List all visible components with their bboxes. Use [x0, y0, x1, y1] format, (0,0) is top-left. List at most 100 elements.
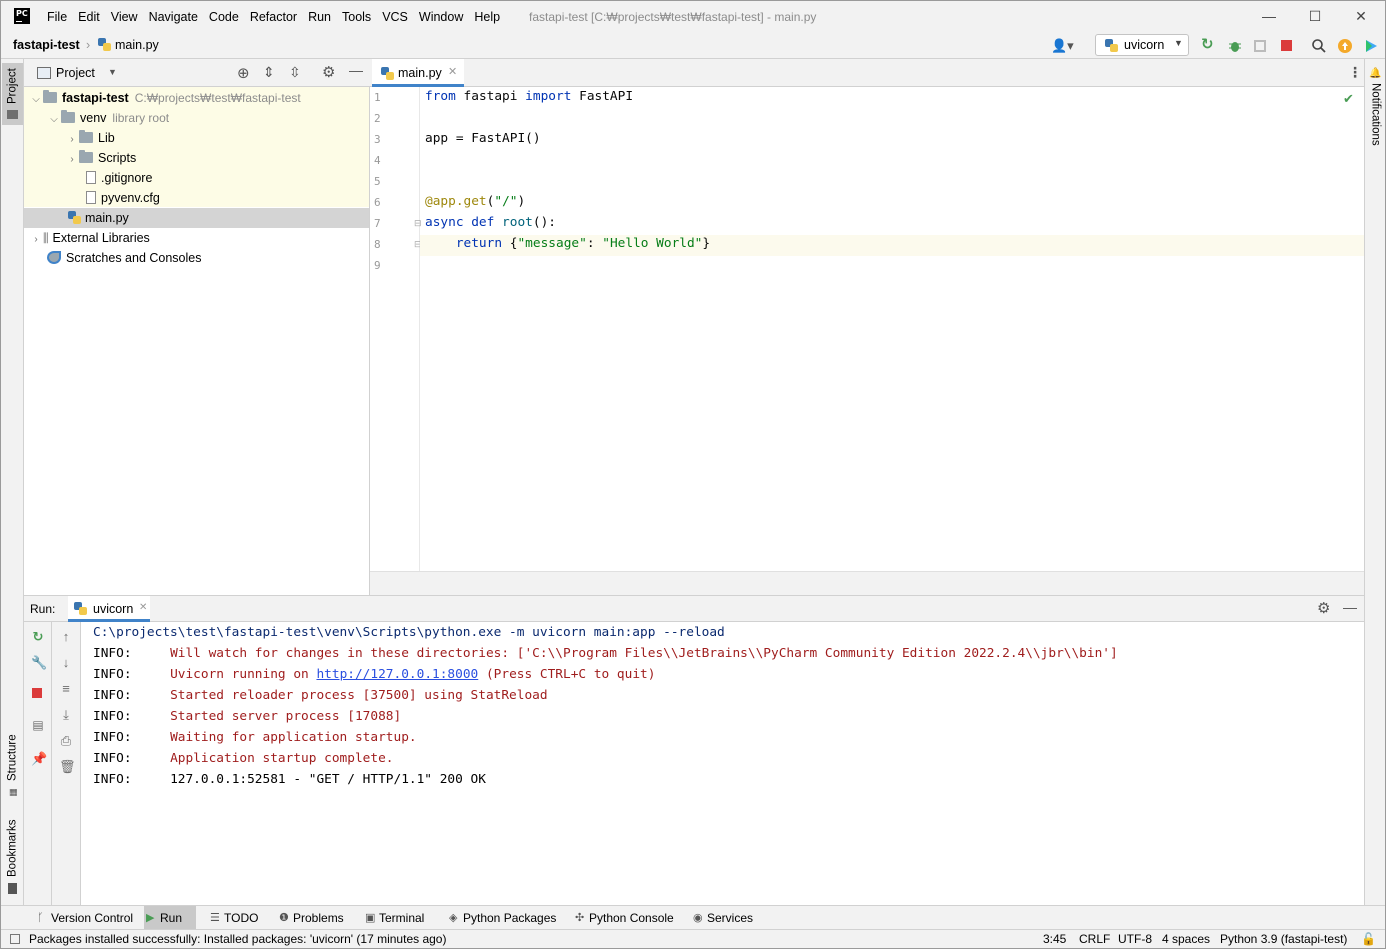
pycharm-logo-icon: PC: [14, 8, 30, 24]
rerun-icon[interactable]: ↻: [31, 630, 45, 644]
chevron-down-icon[interactable]: ⌵: [47, 110, 61, 130]
menu-navigate[interactable]: Navigate: [149, 10, 198, 24]
chevron-right-icon[interactable]: ›: [65, 150, 79, 170]
code-with-me-icon[interactable]: [1363, 38, 1379, 54]
gear-icon[interactable]: ⚙: [1317, 599, 1330, 617]
maximize-button[interactable]: ☐: [1300, 6, 1330, 26]
menu-tools[interactable]: Tools: [342, 10, 371, 24]
menu-code[interactable]: Code: [209, 10, 239, 24]
tool-tab-terminal[interactable]: ▣ Terminal: [363, 906, 424, 930]
debug-icon[interactable]: [1227, 38, 1243, 54]
tree-item-external-libraries[interactable]: › ⫼ External Libraries: [24, 228, 369, 248]
run-configuration-dropdown[interactable]: uvicorn ▼: [1095, 34, 1189, 56]
menu-help[interactable]: Help: [474, 10, 500, 24]
list-icon: ☰: [210, 912, 220, 924]
tool-tab-problems[interactable]: ❶ Problems: [277, 906, 344, 930]
line-separator[interactable]: CRLF: [1079, 930, 1110, 948]
tool-window-structure[interactable]: ▦ Structure: [2, 731, 23, 801]
tool-window-project[interactable]: Project: [2, 63, 23, 125]
line-number: 6: [374, 196, 381, 209]
menu-file[interactable]: File: [47, 10, 67, 24]
tool-tab-python-packages[interactable]: ◈ Python Packages: [447, 906, 556, 930]
stop-icon[interactable]: [1279, 38, 1295, 54]
menu-view[interactable]: View: [111, 10, 138, 24]
print-icon[interactable]: ⎙: [59, 734, 73, 748]
more-options-icon[interactable]: ⋮: [1348, 64, 1362, 81]
close-tab-icon[interactable]: ✕: [139, 602, 147, 613]
toggle-tool-windows-icon[interactable]: [10, 934, 20, 944]
tool-tab-version-control[interactable]: ᚴ Version Control: [35, 906, 133, 930]
stop-icon[interactable]: [32, 688, 42, 698]
tree-item-gitignore[interactable]: .gitignore: [24, 168, 369, 188]
close-button[interactable]: ✕: [1346, 6, 1376, 26]
menu-edit[interactable]: Edit: [78, 10, 100, 24]
tree-item-pyvenv-cfg[interactable]: pyvenv.cfg: [24, 188, 369, 208]
fold-icon[interactable]: ⊟: [414, 218, 422, 229]
tool-tab-todo[interactable]: ☰ TODO: [208, 906, 258, 930]
tool-window-notifications[interactable]: 🔔 Notifications: [1367, 67, 1384, 146]
tool-tab-python-console[interactable]: ✣ Python Console: [573, 906, 674, 930]
minimize-button[interactable]: —: [1254, 6, 1284, 26]
hide-panel-icon[interactable]: —: [1343, 599, 1357, 615]
expand-all-icon[interactable]: ⇕: [263, 64, 275, 81]
tool-window-bookmarks[interactable]: Bookmarks: [2, 815, 23, 899]
profile-icon[interactable]: [1253, 38, 1269, 54]
tool-tab-run[interactable]: ▶ Run: [144, 906, 196, 930]
tree-item-scripts[interactable]: › Scripts: [24, 148, 369, 168]
file-encoding[interactable]: UTF-8: [1118, 930, 1152, 948]
chevron-right-icon[interactable]: ›: [65, 130, 79, 150]
lock-icon[interactable]: 🔓: [1361, 930, 1376, 948]
chevron-right-icon[interactable]: ›: [29, 230, 43, 250]
collapse-all-icon[interactable]: ⇳: [289, 64, 301, 81]
navigation-bar: fastapi-test › main.py 👤▾ uvicorn ▼ ↻: [1, 32, 1385, 59]
project-view-selector[interactable]: Project: [56, 66, 95, 80]
tool-window-project-label: Project: [6, 68, 19, 105]
rerun-icon[interactable]: ↻: [1201, 35, 1217, 53]
tab-main-py[interactable]: main.py ✕: [372, 59, 464, 87]
wrench-icon[interactable]: 🔧: [31, 656, 47, 670]
close-tab-icon[interactable]: ✕: [448, 65, 457, 78]
code-line-3: app = FastAPI(): [425, 131, 541, 146]
caret-position[interactable]: 3:45: [1043, 930, 1066, 948]
scroll-to-end-icon[interactable]: ⤓: [59, 708, 73, 722]
search-icon[interactable]: [1311, 38, 1327, 54]
locate-icon[interactable]: ⊕: [237, 64, 250, 82]
trash-icon[interactable]: 🗑: [59, 760, 76, 774]
python-interpreter[interactable]: Python 3.9 (fastapi-test): [1220, 930, 1347, 948]
menu-window[interactable]: Window: [419, 10, 463, 24]
console-line: INFO: Started server process [17088]: [93, 709, 402, 724]
menu-run[interactable]: Run: [308, 10, 331, 24]
pin-icon[interactable]: 📌: [31, 752, 47, 766]
tree-item-lib[interactable]: › Lib: [24, 128, 369, 148]
account-icon[interactable]: 👤▾: [1051, 38, 1077, 54]
run-tab-uvicorn[interactable]: uvicorn ✕: [68, 596, 150, 622]
arrow-down-icon[interactable]: ↓: [59, 656, 73, 670]
menu-refactor[interactable]: Refactor: [250, 10, 297, 24]
file-icon: [86, 171, 96, 184]
tree-item-label: main.py: [85, 211, 129, 225]
arrow-up-icon[interactable]: ↑: [59, 630, 73, 644]
layout-icon[interactable]: ▤: [31, 718, 45, 732]
tree-item-fastapi-test[interactable]: ⌵ fastapi-test C:₩projects₩test₩fastapi-te…: [24, 88, 369, 108]
breadcrumb-project[interactable]: fastapi-test: [13, 38, 80, 52]
tree-item-main-py[interactable]: main.py: [24, 208, 369, 228]
chevron-down-icon[interactable]: ⌵: [29, 90, 43, 110]
menu-vcs[interactable]: VCS: [382, 10, 408, 24]
inspection-ok-icon[interactable]: ✔: [1343, 91, 1354, 107]
update-icon[interactable]: [1337, 38, 1353, 54]
line-number: 9: [374, 259, 381, 272]
tree-item-scratches[interactable]: Scratches and Consoles: [24, 248, 369, 268]
breadcrumb-file[interactable]: main.py: [98, 38, 159, 52]
server-link[interactable]: http://127.0.0.1:8000: [316, 667, 478, 682]
tree-item-venv[interactable]: ⌵ venv library root: [24, 108, 369, 128]
chevron-down-icon[interactable]: ▼: [108, 67, 117, 77]
indent-setting[interactable]: 4 spaces: [1162, 930, 1210, 948]
soft-wrap-icon[interactable]: ≡: [59, 682, 73, 696]
window-title: fastapi-test [C:₩projects₩test₩fastapi-t…: [529, 10, 817, 24]
python-file-icon: [68, 211, 81, 224]
gear-icon[interactable]: ⚙: [322, 63, 335, 81]
folder-icon: [61, 110, 75, 123]
hide-panel-icon[interactable]: —: [349, 62, 363, 78]
status-message[interactable]: Packages installed successfully: Install…: [29, 930, 446, 948]
tool-tab-services[interactable]: ◉ Services: [691, 906, 753, 930]
